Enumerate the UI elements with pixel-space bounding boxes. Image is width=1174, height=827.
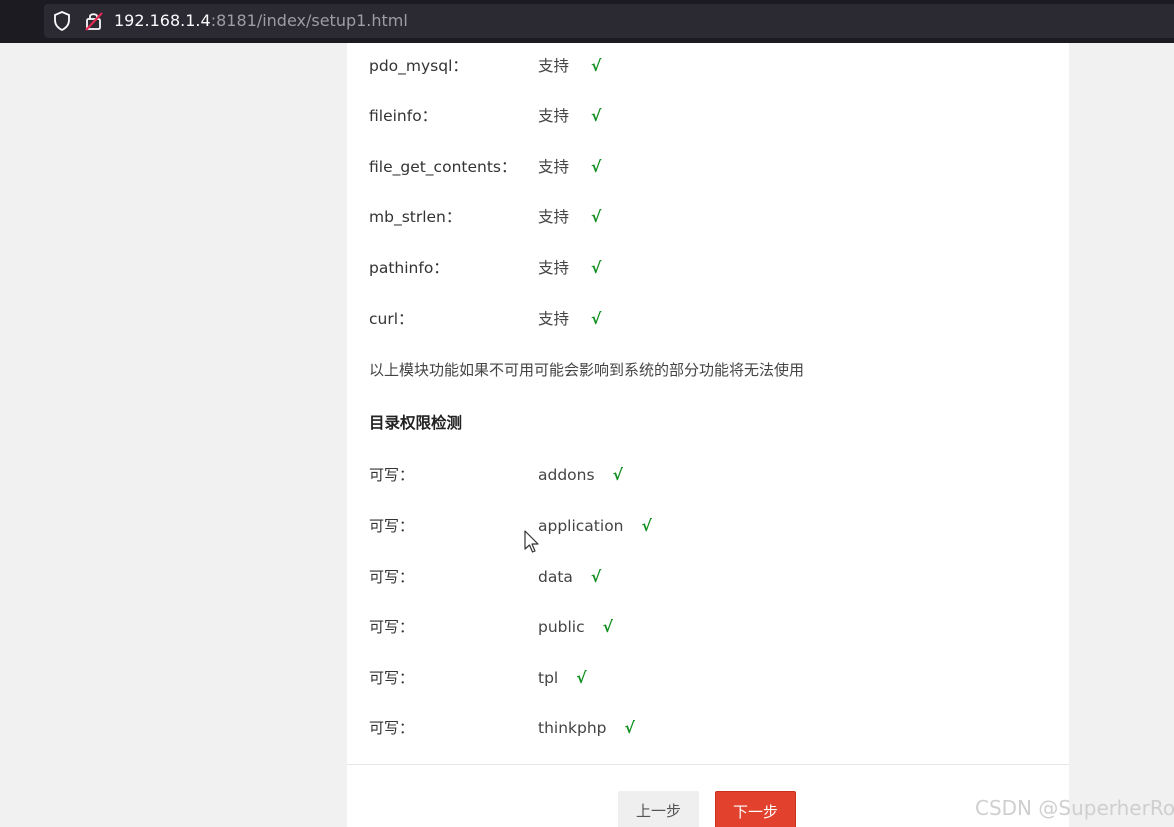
- url-host: 192.168.1.4: [114, 11, 211, 30]
- status-text: 支持: [538, 310, 570, 328]
- dir-name: tpl: [538, 669, 559, 687]
- module-name: pdo_mysql：: [369, 57, 468, 75]
- dir-status: public √: [538, 615, 613, 639]
- status-text: 支持: [538, 107, 570, 125]
- status-text: 支持: [538, 158, 570, 176]
- module-name: mb_strlen：: [369, 208, 462, 226]
- footer-divider: [347, 764, 1069, 765]
- dir-name: data: [538, 568, 573, 586]
- module-warning-note: 以上模块功能如果不可用可能会影响到系统的部分功能将无法使用: [369, 361, 805, 379]
- module-status: 支持 √: [538, 104, 601, 128]
- check-mark-icon: √: [641, 517, 652, 535]
- csdn-watermark: CSDN @SuperherRo: [975, 796, 1174, 820]
- status-text: 支持: [538, 57, 570, 75]
- check-mark-icon: √: [591, 57, 602, 75]
- mouse-cursor-icon: [524, 530, 539, 553]
- dir-status: application √: [538, 514, 652, 538]
- check-mark-icon: √: [591, 310, 602, 328]
- check-mark-icon: √: [590, 568, 602, 586]
- writable-label: 可写：: [369, 669, 415, 687]
- writable-label: 可写：: [369, 517, 415, 535]
- status-text: 支持: [538, 208, 570, 226]
- dir-status: addons √: [538, 463, 623, 487]
- dir-name: thinkphp: [538, 719, 607, 737]
- dir-permission-heading: 目录权限检测: [369, 414, 463, 432]
- check-mark-icon: √: [591, 107, 602, 125]
- module-status: 支持 √: [538, 54, 601, 78]
- dir-name: application: [538, 517, 624, 535]
- writable-label: 可写：: [369, 466, 415, 484]
- prev-step-button[interactable]: 上一步: [618, 791, 699, 827]
- browser-toolbar: 192.168.1.4:8181/index/setup1.html: [0, 0, 1174, 43]
- module-name: pathinfo：: [369, 259, 449, 277]
- module-status: 支持 √: [538, 307, 601, 331]
- module-name: curl：: [369, 310, 414, 328]
- writable-label: 可写：: [369, 618, 415, 636]
- dir-name: addons: [538, 466, 595, 484]
- dir-status: thinkphp √: [538, 716, 635, 740]
- writable-label: 可写：: [369, 568, 415, 586]
- module-status: 支持 √: [538, 205, 601, 229]
- check-mark-icon: √: [591, 208, 602, 226]
- module-name: file_get_contents：: [369, 158, 517, 176]
- module-name: fileinfo：: [369, 107, 438, 125]
- dir-status: data √: [538, 565, 601, 589]
- url-text[interactable]: 192.168.1.4:8181/index/setup1.html: [114, 9, 408, 33]
- dir-status: tpl √: [538, 666, 587, 690]
- check-mark-icon: √: [624, 719, 635, 737]
- module-status: 支持 √: [538, 155, 601, 179]
- check-mark-icon: √: [591, 259, 602, 277]
- check-mark-icon: √: [612, 466, 623, 484]
- module-status: 支持 √: [538, 256, 601, 280]
- status-text: 支持: [538, 259, 570, 277]
- setup-panel: pdo_mysql： 支持 √ fileinfo： 支持 √ file_get_co…: [347, 43, 1069, 827]
- dir-name: public: [538, 618, 585, 636]
- check-mark-icon: √: [602, 618, 613, 636]
- url-path: :8181/index/setup1.html: [210, 11, 408, 30]
- check-mark-icon: √: [591, 158, 602, 176]
- check-mark-icon: √: [576, 669, 587, 687]
- next-step-button[interactable]: 下一步: [715, 791, 796, 827]
- insecure-lock-icon[interactable]: [84, 10, 104, 32]
- writable-label: 可写：: [369, 719, 415, 737]
- shield-icon[interactable]: [52, 10, 72, 32]
